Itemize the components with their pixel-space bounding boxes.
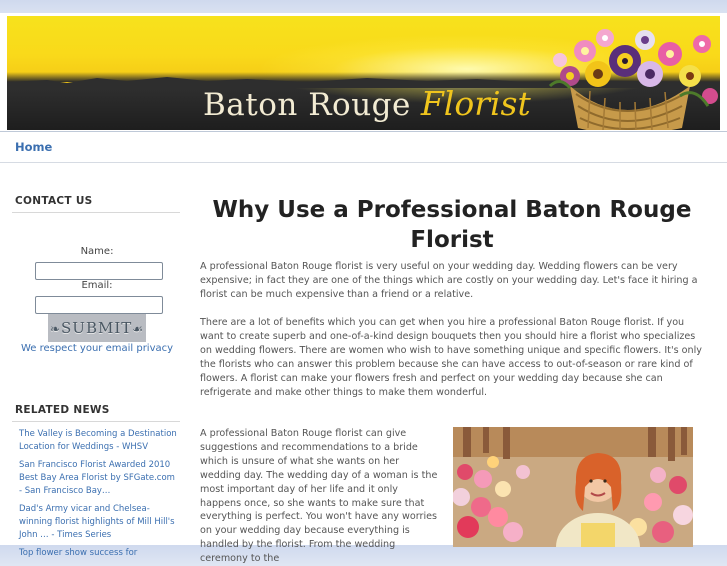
paragraph: A professional Baton Rouge florist can g… [200,428,438,565]
news-link[interactable]: Dad's Army vicar and Chelsea-winning flo… [19,503,179,542]
news-link[interactable]: Top flower show success for [19,547,179,560]
flower-basket-image [548,29,718,130]
site-title: Baton Rouge Florist [203,84,531,128]
page: Baton Rouge Florist Home CONTACT US Name… [0,13,727,564]
ornament-icon: ❧ [49,322,62,336]
nav-home-link[interactable]: Home [15,140,52,154]
site-title-part2: Florist [420,84,531,123]
submit-label: SUBMIT [61,319,133,337]
email-field[interactable] [35,296,163,314]
name-field[interactable] [35,262,163,280]
site-title-part1: Baton Rouge [203,87,411,123]
paragraph: There are a lot of benefits which you ca… [200,317,702,398]
name-label: Name: [80,246,114,257]
privacy-link[interactable]: We respect your email privacy [0,343,194,354]
news-link[interactable]: The Valley is Becoming a Destination Loc… [19,428,179,454]
ornament-icon: ☙ [132,322,145,336]
divider [12,421,180,422]
main-content: Why Use a Professional Baton Rouge Flori… [182,163,727,564]
contact-heading: CONTACT US [15,195,93,207]
divider [12,212,180,213]
related-news-heading: RELATED NEWS [15,404,110,416]
submit-button[interactable]: ❧SUBMIT☙ [48,314,146,342]
paragraph: A professional Baton Rouge florist is ve… [200,261,698,300]
florist-photo [453,427,693,547]
page-title: Why Use a Professional Baton Rouge Flori… [212,197,692,253]
email-label: Email: [81,280,113,291]
nav-bar: Home [0,132,727,163]
sidebar: CONTACT US Name: Email: ❧SUBMIT☙ We resp… [0,163,182,558]
header-banner: Baton Rouge Florist [7,16,720,130]
news-link[interactable]: San Francisco Florist Awarded 2010 Best … [19,459,179,498]
